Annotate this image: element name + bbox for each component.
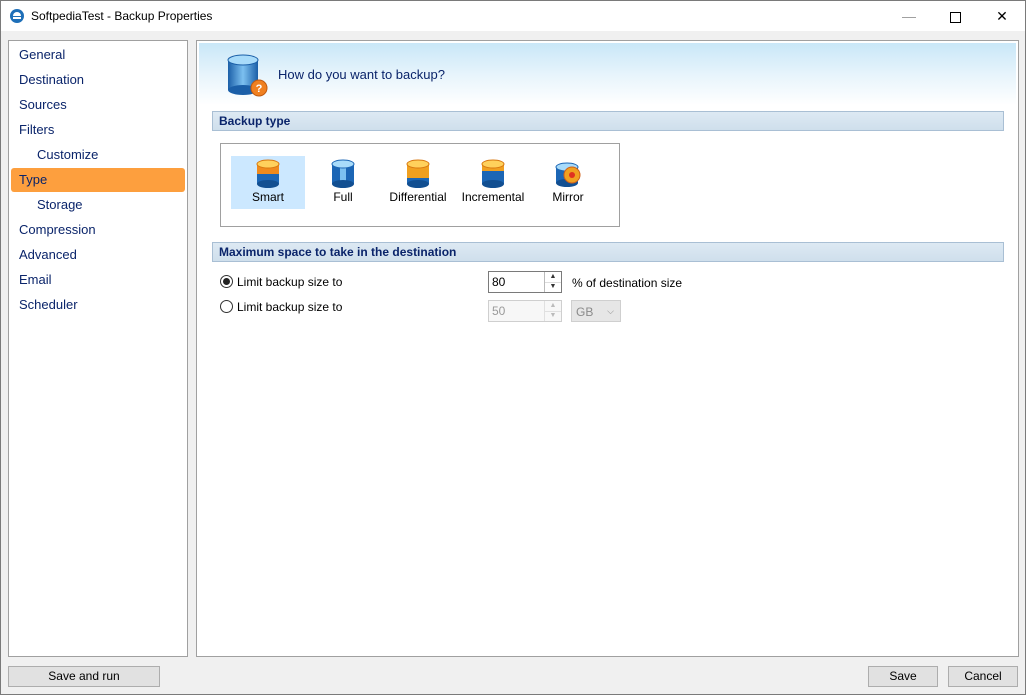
nav-item-advanced[interactable]: Advanced (11, 243, 185, 267)
chevron-down-icon: ⌵ (607, 306, 614, 316)
decrement-icon[interactable]: ▼ (544, 311, 561, 321)
svg-text:?: ? (256, 83, 263, 95)
decrement-icon[interactable]: ▼ (544, 282, 561, 292)
nav-item-compression[interactable]: Compression (11, 218, 185, 242)
nav-item-destination[interactable]: Destination (11, 68, 185, 92)
backup-type-section-title: Backup type (212, 111, 1004, 131)
type-option-differential[interactable]: Differential (381, 156, 455, 209)
type-option-label: Smart (251, 190, 284, 204)
limit-percent-label: Limit backup size to (237, 275, 343, 289)
nav-item-customize[interactable]: Customize (11, 143, 185, 167)
type-option-label: Differential (389, 190, 447, 204)
limit-size-stepper[interactable]: 50 ▲ ▼ (488, 300, 562, 322)
nav-item-filters[interactable]: Filters (11, 118, 185, 142)
mirror-backup-icon (555, 162, 581, 187)
limit-size-label: Limit backup size to (237, 300, 343, 314)
nav-item-email[interactable]: Email (11, 268, 185, 292)
limit-size-radio[interactable] (220, 300, 233, 313)
size-unit-select[interactable]: GB ⌵ (571, 300, 621, 322)
save-and-run-button[interactable]: Save and run (8, 666, 160, 687)
backup-type-selector: Smart Full Differential Incremental Mirr… (220, 143, 620, 227)
nav-item-scheduler[interactable]: Scheduler (11, 293, 185, 317)
backup-question-icon: ? (227, 54, 268, 97)
save-button[interactable]: Save (868, 666, 938, 687)
minimize-button[interactable]: — (886, 1, 932, 31)
page-question: How do you want to backup? (278, 67, 445, 82)
limit-size-value: 50 (492, 304, 506, 318)
maximize-button[interactable] (932, 1, 978, 31)
window-title: SoftpediaTest - Backup Properties (31, 9, 213, 23)
limit-percent-unit: % of destination size (572, 276, 683, 290)
nav-item-type[interactable]: Type (11, 168, 185, 192)
limit-percent-value: 80 (492, 275, 506, 289)
nav-item-general[interactable]: General (11, 43, 185, 67)
differential-backup-icon (406, 159, 430, 188)
limit-size-option[interactable]: Limit backup size to (220, 298, 342, 316)
maximize-icon (949, 11, 961, 23)
limit-percent-stepper[interactable]: 80 ▲ ▼ (488, 271, 562, 293)
type-option-mirror[interactable]: Mirror (531, 156, 605, 209)
nav-item-storage[interactable]: Storage (11, 193, 185, 217)
close-button[interactable]: ✕ (979, 1, 1025, 31)
settings-nav: General Destination Sources Filters Cust… (8, 40, 188, 657)
backup-properties-window: SoftpediaTest - Backup Properties — ✕ Ge… (0, 0, 1026, 695)
incremental-backup-icon (481, 159, 505, 188)
type-option-label: Incremental (461, 190, 525, 204)
max-space-section-title: Maximum space to take in the destination (212, 242, 1004, 262)
limit-percent-option[interactable]: Limit backup size to (220, 273, 342, 291)
type-option-label: Mirror (552, 190, 584, 204)
title-bar: SoftpediaTest - Backup Properties — ✕ (1, 1, 1025, 31)
cancel-button[interactable]: Cancel (948, 666, 1018, 687)
type-settings-panel: ? How do you want to backup? Backup type… (196, 40, 1019, 657)
app-backup-icon (10, 9, 24, 23)
type-option-full[interactable]: Full (306, 156, 380, 209)
full-backup-icon (331, 159, 355, 188)
type-option-smart[interactable]: Smart (231, 156, 305, 209)
nav-item-sources[interactable]: Sources (11, 93, 185, 117)
smart-backup-icon (256, 159, 280, 188)
type-option-incremental[interactable]: Incremental (456, 156, 530, 209)
limit-percent-radio[interactable] (220, 275, 233, 288)
page-header: ? How do you want to backup? (199, 43, 1016, 105)
type-option-label: Full (333, 190, 353, 204)
size-unit-value: GB (576, 305, 594, 319)
